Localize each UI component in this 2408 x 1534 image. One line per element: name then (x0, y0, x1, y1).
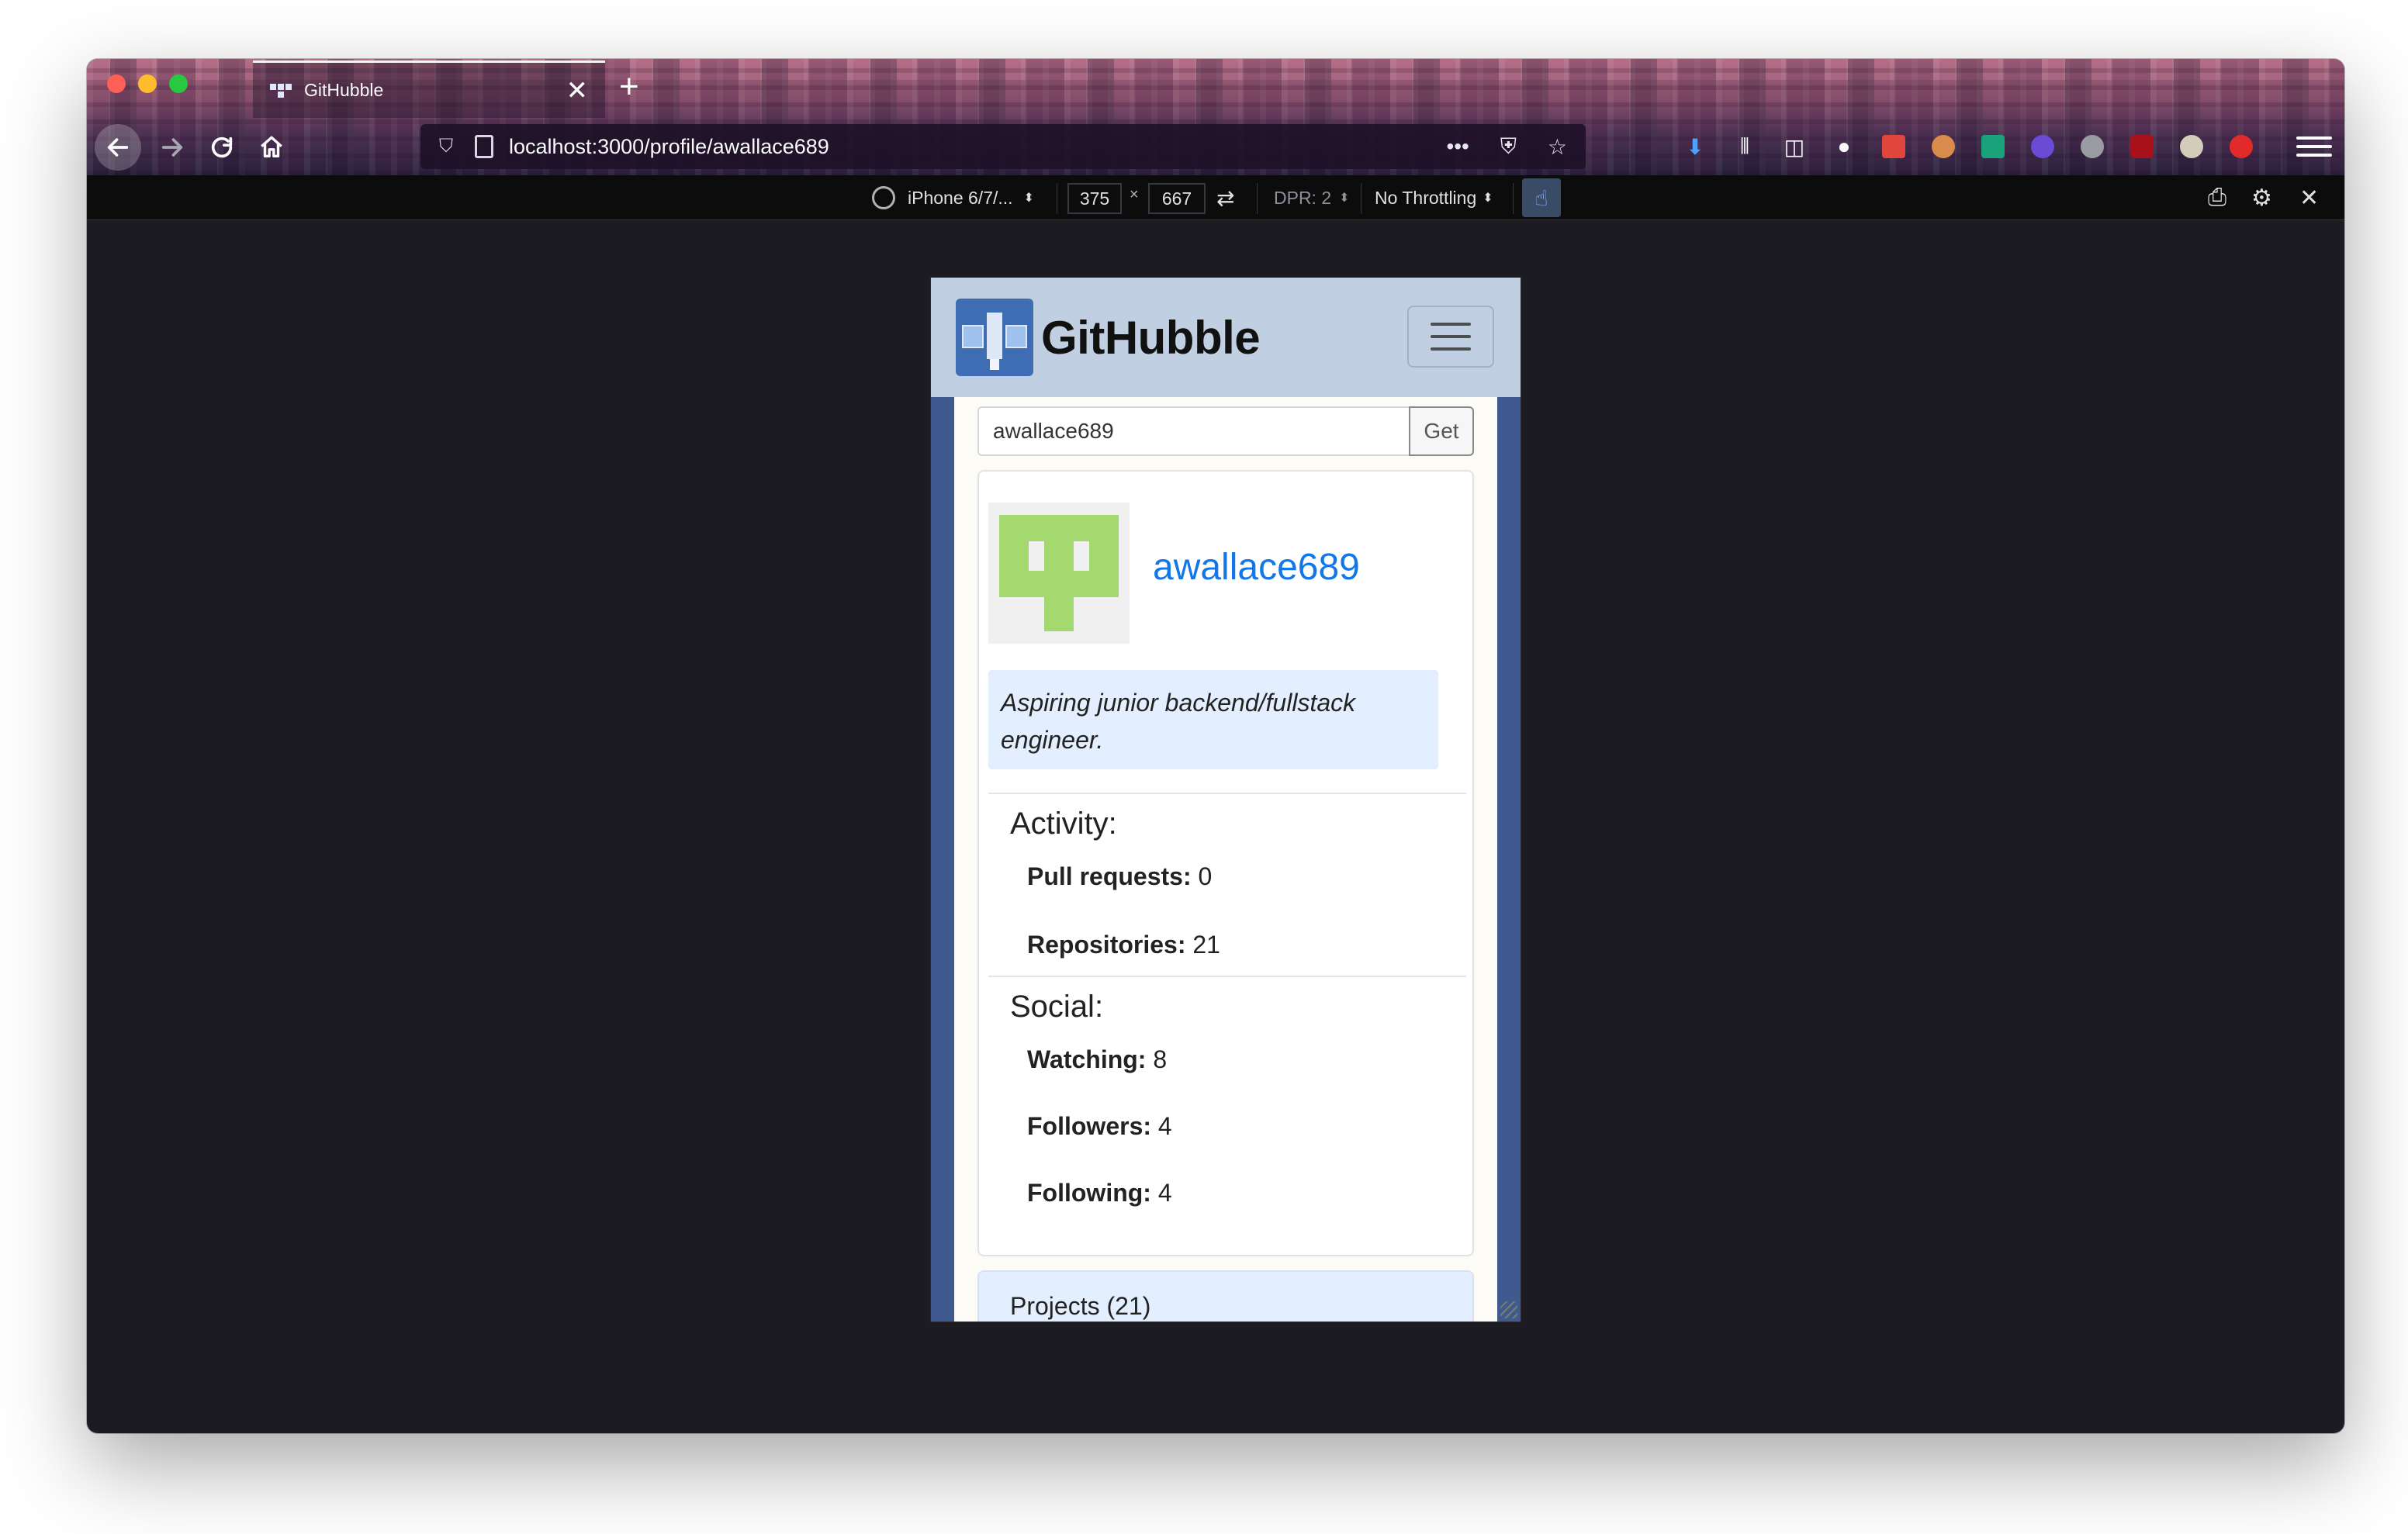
browser-navbar: ⛉ localhost:3000/profile/awallace689 •••… (87, 118, 2344, 175)
device-name: iPhone 6/7/... (908, 187, 1013, 208)
tracking-shield-icon[interactable]: ⛉ (439, 136, 453, 157)
activity-heading: Activity: (1010, 807, 1117, 841)
projects-card[interactable]: Projects (21) (977, 1270, 1474, 1322)
device-selector-chevron-icon: ⬍ (1023, 192, 1034, 205)
extension-eyes-icon[interactable] (1925, 126, 1961, 168)
followers-stat: Followers: 4 (1027, 1112, 1172, 1141)
navbar-toggle-button[interactable] (1407, 306, 1494, 368)
close-rdm-icon[interactable]: ✕ (2299, 175, 2319, 220)
browser-chrome: GitHubble ✕ + ⛉ localhost:3000/profile/a… (87, 59, 2344, 175)
url-text[interactable]: localhost:3000/profile/awallace689 (509, 135, 1446, 159)
throttling-selector[interactable]: No Throttling ⬍ (1375, 175, 1493, 220)
following-value: 4 (1157, 1179, 1172, 1207)
viewport-width-input[interactable]: 375 (1067, 183, 1122, 214)
mobile-viewport: GitHubble Get (931, 278, 1521, 1322)
page-content: Get awallace689 Aspiring junior backend/… (954, 397, 1497, 1322)
sidebar-icon[interactable]: ◫ (1777, 126, 1812, 168)
githubble-favicon-icon (270, 80, 292, 102)
url-actions: ••• ⛨ ☆ (1446, 134, 1567, 160)
ublock-icon[interactable] (2124, 126, 2160, 168)
new-tab-button[interactable]: + (619, 70, 639, 104)
extension-red-icon[interactable] (1876, 126, 1912, 168)
screenshot-icon[interactable]: ⎙ (2208, 175, 2226, 220)
browser-tab[interactable]: GitHubble ✕ (253, 60, 605, 118)
browser-window: GitHubble ✕ + ⛉ localhost:3000/profile/a… (87, 59, 2344, 1433)
close-window-button[interactable] (107, 74, 126, 93)
username-search-input[interactable] (977, 406, 1409, 456)
watching-stat: Watching: 8 (1027, 1045, 1167, 1074)
toolbar-icons: ⬇ ⫴ ◫ ● (1677, 126, 2259, 168)
repositories-stat: Repositories: 21 (1027, 931, 1220, 959)
dpr-value: DPR: 2 (1274, 187, 1332, 208)
search-form: Get (977, 406, 1474, 456)
profile-bio: Aspiring junior backend/fullstack engine… (988, 670, 1438, 769)
rotate-viewport-icon[interactable]: ⇄ (1216, 175, 1234, 220)
extension-cat-icon[interactable] (2174, 126, 2209, 168)
following-stat: Following: 4 (1027, 1179, 1172, 1208)
repositories-label: Repositories: (1027, 931, 1186, 959)
brand-name[interactable]: GitHubble (1041, 311, 1261, 364)
viewport-resize-handle[interactable] (1500, 1301, 1517, 1318)
app-navbar: GitHubble (931, 278, 1521, 397)
extension-purple-icon[interactable] (2025, 126, 2060, 168)
satellite-logo-icon[interactable] (956, 299, 1033, 376)
url-bar[interactable]: ⛉ localhost:3000/profile/awallace689 •••… (420, 124, 1586, 169)
extension-shield-icon[interactable] (1975, 126, 2011, 168)
responsive-design-toolbar: iPhone 6/7/... ⬍ 375 × 667 ⇄ DPR: 2 ⬍ No… (87, 175, 2344, 220)
activity-divider (988, 793, 1466, 794)
watching-value: 8 (1153, 1045, 1168, 1073)
page-actions-icon[interactable]: ••• (1446, 134, 1469, 160)
home-icon[interactable] (248, 124, 295, 171)
dpr-chevron-icon: ⬍ (1339, 192, 1350, 205)
device-icon (872, 186, 895, 209)
pocket-icon[interactable]: ⛨ (1500, 134, 1517, 160)
followers-value: 4 (1157, 1112, 1172, 1140)
dpr-selector[interactable]: DPR: 2 ⬍ (1274, 175, 1350, 220)
social-divider (988, 976, 1466, 977)
download-icon[interactable]: ⬇ (1677, 126, 1713, 168)
extension-youtube-icon[interactable] (2223, 126, 2259, 168)
library-icon[interactable]: ⫴ (1727, 126, 1763, 168)
profile-card: awallace689 Aspiring junior backend/full… (977, 470, 1474, 1256)
identicon-avatar (988, 503, 1130, 644)
touch-simulation-icon[interactable]: ☝ (1522, 178, 1561, 217)
throttling-value: No Throttling (1375, 187, 1477, 208)
back-arrow-icon[interactable] (95, 124, 141, 171)
pull-requests-label: Pull requests: (1027, 862, 1192, 890)
get-button[interactable]: Get (1409, 406, 1474, 456)
zoom-window-button[interactable] (169, 74, 188, 93)
followers-label: Followers: (1027, 1112, 1152, 1140)
extension-grey-icon[interactable] (2074, 126, 2110, 168)
tab-title: GitHubble (304, 80, 384, 100)
minimize-window-button[interactable] (138, 74, 157, 93)
projects-label: Projects (21) (1010, 1292, 1151, 1320)
watching-label: Watching: (1027, 1045, 1147, 1073)
account-icon[interactable]: ● (1826, 126, 1862, 168)
device-selector[interactable]: iPhone 6/7/... ⬍ (872, 175, 1034, 220)
reload-icon[interactable] (199, 124, 245, 171)
repositories-value: 21 (1192, 931, 1220, 959)
profile-username-link[interactable]: awallace689 (1153, 546, 1360, 589)
menu-icon[interactable] (2296, 129, 2332, 164)
pull-requests-value: 0 (1198, 862, 1213, 890)
social-heading: Social: (1010, 990, 1104, 1024)
settings-gear-icon[interactable]: ⚙ (2251, 175, 2272, 220)
following-label: Following: (1027, 1179, 1151, 1207)
dimension-separator: × (1130, 186, 1139, 203)
tab-close-icon[interactable]: ✕ (566, 78, 589, 104)
page-info-icon[interactable] (475, 135, 493, 158)
bookmark-star-icon[interactable]: ☆ (1548, 134, 1567, 160)
viewport-height-input[interactable]: 667 (1148, 183, 1206, 214)
throttling-chevron-icon: ⬍ (1483, 192, 1493, 205)
forward-arrow-icon[interactable] (149, 124, 195, 171)
pull-requests-stat: Pull requests: 0 (1027, 862, 1212, 891)
